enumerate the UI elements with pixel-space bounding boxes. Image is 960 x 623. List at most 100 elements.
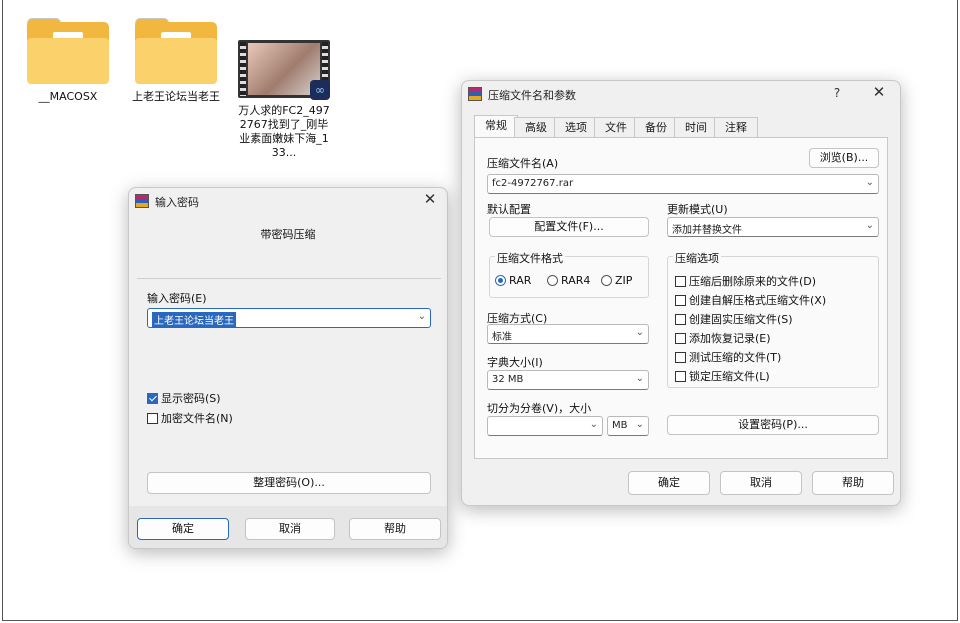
password-value: 上老王论坛当老王 <box>152 312 236 327</box>
dictionary-select[interactable]: 32 MB ⌄ <box>487 370 649 390</box>
chevron-down-icon[interactable]: ⌄ <box>636 327 644 338</box>
winrar-icon <box>135 194 149 208</box>
chevron-down-icon[interactable]: ⌄ <box>636 419 644 430</box>
password-dialog: 输入密码 ✕ 带密码压缩 输入密码(E) 上老王论坛当老王 ⌄ 显示密码(S) … <box>128 187 448 549</box>
option-delete-after[interactable]: 压缩后删除原来的文件(D) <box>675 273 816 289</box>
archive-name-value: fc2-4972767.rar <box>492 178 574 189</box>
tab-strip: 常规 高级 选项 文件 备份 时间 注释 <box>474 115 758 139</box>
show-password-label: 显示密码(S) <box>161 392 221 405</box>
password-dialog-heading: 带密码压缩 <box>260 228 316 241</box>
password-input[interactable]: 上老王论坛当老王 ⌄ <box>147 308 431 328</box>
checkbox-icon <box>675 295 686 306</box>
ok-button[interactable]: 确定 <box>137 518 229 540</box>
split-unit-value: MB <box>612 420 628 431</box>
checkbox-icon <box>675 314 686 325</box>
desktop-icon-macosx[interactable]: __MACOSX <box>18 18 118 104</box>
checkbox-icon <box>675 371 686 382</box>
option-label: 添加恢复记录(E) <box>689 332 771 345</box>
dictionary-label: 字典大小(I) <box>487 356 543 369</box>
help-button[interactable]: 帮助 <box>812 471 894 495</box>
cancel-button[interactable]: 取消 <box>245 518 335 540</box>
close-icon[interactable]: ✕ <box>868 83 890 101</box>
tab-comment[interactable]: 注释 <box>714 117 758 139</box>
radio-rar4-label: RAR4 <box>561 274 591 287</box>
option-test[interactable]: 测试压缩的文件(T) <box>675 349 781 365</box>
chevron-down-icon[interactable]: ⌄ <box>636 373 644 384</box>
archive-dialog-title: 压缩文件名和参数 <box>488 89 576 102</box>
desktop-icon-folder[interactable]: 上老王论坛当老王 <box>126 18 226 104</box>
split-unit-select[interactable]: MB ⌄ <box>607 416 649 436</box>
profile-label: 默认配置 <box>487 203 531 216</box>
radio-rar[interactable]: RAR <box>495 274 531 287</box>
split-size-input[interactable]: ⌄ <box>487 416 603 436</box>
password-dialog-title: 输入密码 <box>155 196 199 209</box>
ok-button[interactable]: 确定 <box>628 471 710 495</box>
desktop-icon-label: 万人求的FC2_4972767找到了_刚毕业素面嫩妹下海_133... <box>238 104 330 159</box>
option-label: 创建固实压缩文件(S) <box>689 313 793 326</box>
option-solid[interactable]: 创建固实压缩文件(S) <box>675 311 793 327</box>
close-icon[interactable]: ✕ <box>419 190 441 208</box>
checkbox-icon <box>675 333 686 344</box>
tab-general[interactable]: 常规 <box>474 115 518 139</box>
radio-zip[interactable]: ZIP <box>601 274 632 287</box>
chevron-down-icon[interactable]: ⌄ <box>866 177 874 188</box>
method-select[interactable]: 标准 ⌄ <box>487 324 649 344</box>
set-password-button[interactable]: 设置密码(P)... <box>667 415 879 435</box>
divider <box>137 278 441 279</box>
cancel-button[interactable]: 取消 <box>720 471 802 495</box>
format-group-label: 压缩文件格式 <box>495 250 565 266</box>
browse-button[interactable]: 浏览(B)... <box>809 148 879 168</box>
organize-passwords-button[interactable]: 整理密码(O)... <box>147 472 431 494</box>
chevron-down-icon[interactable]: ⌄ <box>418 311 426 322</box>
tab-advanced[interactable]: 高级 <box>514 117 558 139</box>
encrypt-filenames-checkbox[interactable]: 加密文件名(N) <box>147 410 233 426</box>
archive-dialog: 压缩文件名和参数 ? ✕ 常规 高级 选项 文件 备份 时间 注释 压缩文件名(A) 浏览(… <box>461 80 901 506</box>
winrar-icon <box>468 87 482 101</box>
folder-icon <box>135 18 217 84</box>
option-label: 锁定压缩文件(L) <box>689 370 770 383</box>
options-group-label: 压缩选项 <box>673 250 721 266</box>
radio-icon <box>547 275 558 286</box>
desktop-icon-video[interactable]: ∞ 万人求的FC2_4972767找到了_刚毕业素面嫩妹下海_133... <box>234 40 334 160</box>
password-dialog-titlebar[interactable]: 输入密码 ✕ <box>129 188 447 214</box>
update-mode-select[interactable]: 添加并替换文件 ⌄ <box>667 217 879 237</box>
dictionary-value: 32 MB <box>492 374 524 385</box>
desktop-icon-label: 上老王论坛当老王 <box>132 90 220 103</box>
tab-options[interactable]: 选项 <box>554 117 598 139</box>
archive-name-label: 压缩文件名(A) <box>487 157 559 170</box>
radio-rar4[interactable]: RAR4 <box>547 274 590 287</box>
password-field-label: 输入密码(E) <box>147 292 207 305</box>
radio-icon <box>601 275 612 286</box>
player-badge-icon: ∞ <box>310 80 330 100</box>
archive-name-input[interactable]: fc2-4972767.rar ⌄ <box>487 174 879 194</box>
folder-icon <box>27 18 109 84</box>
method-value: 标准 <box>492 332 512 343</box>
tab-files[interactable]: 文件 <box>594 117 638 139</box>
help-icon[interactable]: ? <box>826 86 848 100</box>
chevron-down-icon[interactable]: ⌄ <box>866 220 874 231</box>
checkbox-checked-icon <box>147 393 158 404</box>
update-mode-label: 更新模式(U) <box>667 203 728 216</box>
video-thumbnail-icon: ∞ <box>238 40 330 100</box>
chevron-down-icon[interactable]: ⌄ <box>590 419 598 430</box>
option-sfx[interactable]: 创建自解压格式压缩文件(X) <box>675 292 826 308</box>
option-label: 创建自解压格式压缩文件(X) <box>689 294 827 307</box>
profiles-button[interactable]: 配置文件(F)... <box>489 217 649 237</box>
tab-backup[interactable]: 备份 <box>634 117 678 139</box>
show-password-checkbox[interactable]: 显示密码(S) <box>147 390 221 406</box>
option-label: 测试压缩的文件(T) <box>689 351 782 364</box>
split-volumes-label: 切分为分卷(V)，大小 <box>487 402 592 415</box>
help-button[interactable]: 帮助 <box>349 518 441 540</box>
radio-zip-label: ZIP <box>615 274 633 287</box>
option-recovery[interactable]: 添加恢复记录(E) <box>675 330 771 346</box>
option-label: 压缩后删除原来的文件(D) <box>689 275 817 288</box>
radio-rar-label: RAR <box>509 274 532 287</box>
radio-selected-icon <box>495 275 506 286</box>
tab-time[interactable]: 时间 <box>674 117 718 139</box>
update-mode-value: 添加并替换文件 <box>672 225 742 236</box>
checkbox-icon <box>147 413 158 424</box>
archive-dialog-titlebar[interactable]: 压缩文件名和参数 ? ✕ <box>462 81 900 107</box>
desktop-icon-label: __MACOSX <box>38 90 98 103</box>
option-lock[interactable]: 锁定压缩文件(L) <box>675 368 770 384</box>
checkbox-icon <box>675 276 686 287</box>
